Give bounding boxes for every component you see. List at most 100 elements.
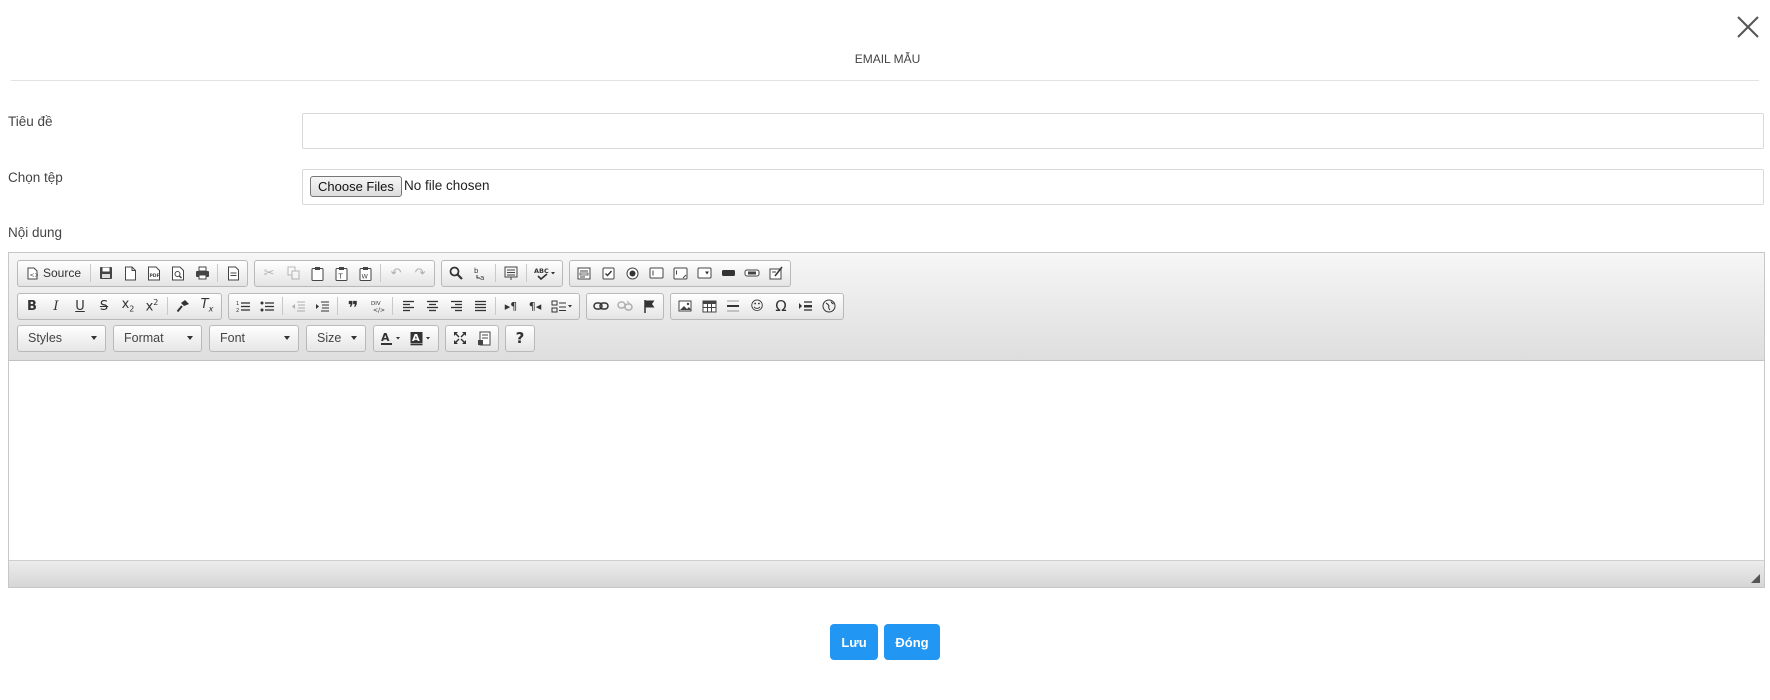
source-icon: <> xyxy=(27,267,39,279)
chevron-down-icon xyxy=(284,336,290,340)
tools-group xyxy=(445,324,499,352)
image-icon[interactable] xyxy=(673,295,697,318)
basic-styles-group: B I U S x2 x2 Tx xyxy=(17,292,222,320)
copy-formatting-icon[interactable] xyxy=(171,295,195,318)
toolbar-row-3: Styles Format Font Size A A ? xyxy=(17,324,541,352)
svg-text:<>: <> xyxy=(30,272,39,279)
textarea-icon[interactable] xyxy=(668,262,692,285)
templates-icon[interactable] xyxy=(221,262,245,285)
blockquote-icon[interactable]: ❞ xyxy=(341,295,365,318)
svg-text:T: T xyxy=(337,272,343,280)
paste-text-icon[interactable]: T xyxy=(329,262,353,285)
redo-icon[interactable]: ↷ xyxy=(408,262,432,285)
svg-text:A: A xyxy=(381,331,390,344)
cut-icon[interactable]: ✂ xyxy=(257,262,281,285)
source-button[interactable]: <> Source xyxy=(20,262,87,285)
styles-dropdown[interactable]: Styles xyxy=(17,324,106,352)
bold-icon[interactable]: B xyxy=(20,295,44,318)
link-icon[interactable] xyxy=(589,295,613,318)
indent-icon[interactable] xyxy=(310,295,334,318)
spellcheck-icon[interactable]: ABC xyxy=(530,262,560,285)
numbered-list-icon[interactable]: 12 xyxy=(231,295,255,318)
close-icon[interactable] xyxy=(1735,14,1761,40)
find-icon[interactable] xyxy=(444,262,468,285)
remove-format-icon[interactable]: Tx xyxy=(195,295,219,318)
dialog-title: EMAIL MẪU xyxy=(854,52,921,66)
svg-text:PDF: PDF xyxy=(150,273,160,279)
svg-text:a: a xyxy=(480,274,484,281)
close-button[interactable]: Đóng xyxy=(884,624,940,660)
hidden-field-icon[interactable] xyxy=(764,262,788,285)
justify-icon[interactable] xyxy=(468,295,492,318)
svg-text:2: 2 xyxy=(236,308,239,313)
show-blocks-icon[interactable] xyxy=(472,327,496,350)
separator xyxy=(337,297,338,315)
subscript-icon[interactable]: x2 xyxy=(116,295,140,318)
text-color-icon[interactable]: A xyxy=(376,327,406,350)
textfield-icon[interactable] xyxy=(644,262,668,285)
resize-handle-icon[interactable] xyxy=(1751,574,1760,583)
bulleted-list-icon[interactable] xyxy=(255,295,279,318)
image-button-icon[interactable] xyxy=(740,262,764,285)
checkbox-icon[interactable] xyxy=(596,262,620,285)
language-icon[interactable] xyxy=(547,295,577,318)
rtl-icon[interactable]: ¶◂ xyxy=(523,295,547,318)
iframe-icon[interactable] xyxy=(817,295,841,318)
button-field-icon[interactable] xyxy=(716,262,740,285)
help-icon[interactable]: ? xyxy=(508,327,532,350)
italic-icon[interactable]: I xyxy=(44,295,68,318)
align-left-icon[interactable] xyxy=(396,295,420,318)
separator xyxy=(495,264,497,282)
paste-icon[interactable] xyxy=(305,262,329,285)
select-field-icon[interactable] xyxy=(692,262,716,285)
ltr-icon[interactable]: ▸¶ xyxy=(499,295,523,318)
format-dropdown[interactable]: Format xyxy=(113,324,202,352)
editor-content[interactable] xyxy=(9,361,1764,561)
colors-group: A A xyxy=(373,324,439,352)
subject-label: Tiêu đề xyxy=(8,114,53,129)
anchor-icon[interactable] xyxy=(637,295,661,318)
save-button[interactable]: Lưu xyxy=(830,624,878,660)
paragraph-group: 12 ❞ DIV </> ▸¶ ¶◂ xyxy=(228,292,580,320)
new-page-icon[interactable] xyxy=(118,262,142,285)
preview-icon[interactable] xyxy=(166,262,190,285)
separator xyxy=(392,297,393,315)
copy-icon[interactable] xyxy=(281,262,305,285)
undo-icon[interactable]: ↶ xyxy=(384,262,408,285)
maximize-icon[interactable] xyxy=(448,327,472,350)
horizontal-line-icon[interactable] xyxy=(721,295,745,318)
background-color-icon[interactable]: A xyxy=(406,327,436,350)
choose-files-button[interactable]: Choose Files xyxy=(310,176,402,197)
superscript-icon[interactable]: x2 xyxy=(140,295,164,318)
export-pdf-icon[interactable]: PDF xyxy=(142,262,166,285)
file-label: Chọn tệp xyxy=(8,170,63,185)
create-div-icon[interactable]: DIV </> xyxy=(365,295,389,318)
select-all-icon[interactable] xyxy=(499,262,523,285)
paste-word-icon[interactable]: W xyxy=(353,262,377,285)
strikethrough-icon[interactable]: S xyxy=(92,295,116,318)
subject-input[interactable] xyxy=(302,113,1764,149)
content-label: Nội dung xyxy=(8,225,63,240)
toolbar-row-1: <> Source PDF ✂ T W ↶ ↷ b a ABC xyxy=(17,259,797,287)
underline-icon[interactable]: U xyxy=(68,295,92,318)
separator xyxy=(495,297,496,315)
size-dropdown[interactable]: Size xyxy=(306,324,366,352)
align-right-icon[interactable] xyxy=(444,295,468,318)
replace-icon[interactable]: ba xyxy=(468,262,492,285)
document-group: <> Source PDF xyxy=(17,259,249,287)
font-dropdown[interactable]: Font xyxy=(209,324,299,352)
align-center-icon[interactable] xyxy=(420,295,444,318)
outdent-icon[interactable] xyxy=(286,295,310,318)
radio-icon[interactable] xyxy=(620,262,644,285)
unlink-icon[interactable] xyxy=(613,295,637,318)
form-icon[interactable] xyxy=(572,262,596,285)
separator xyxy=(217,264,219,282)
editing-group: ba ABC xyxy=(441,259,564,287)
print-icon[interactable] xyxy=(190,262,214,285)
styles-label: Styles xyxy=(28,331,63,345)
smiley-icon[interactable]: ☺ xyxy=(745,295,769,318)
save-icon[interactable] xyxy=(94,262,118,285)
table-icon[interactable] xyxy=(697,295,721,318)
page-break-icon[interactable] xyxy=(793,295,817,318)
special-char-icon[interactable]: Ω xyxy=(769,295,793,318)
